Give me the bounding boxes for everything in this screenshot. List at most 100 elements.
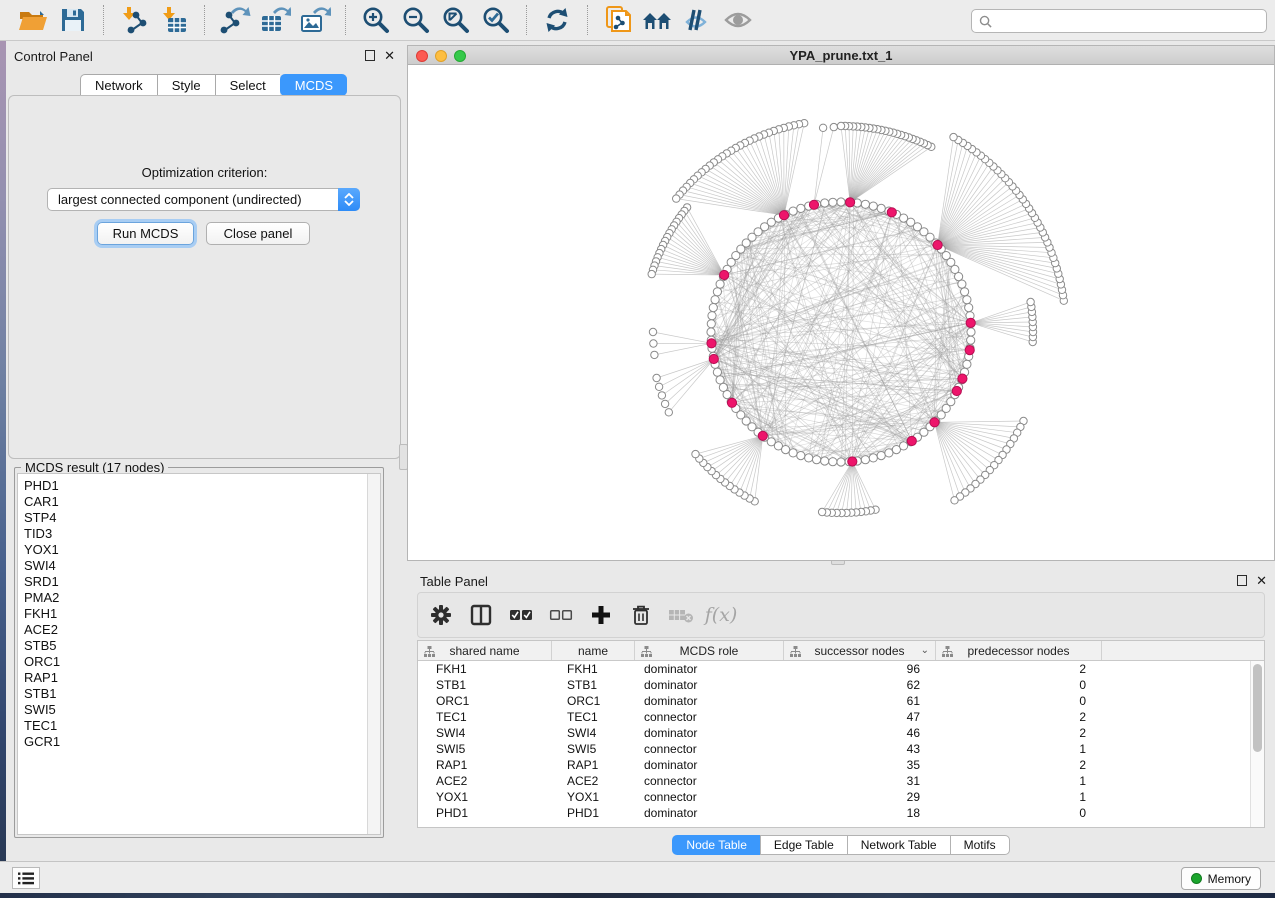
cell-name[interactable]: RAP1: [552, 757, 635, 773]
cell-mcds_role[interactable]: dominator: [635, 693, 784, 709]
window-minimize-icon[interactable]: [435, 50, 447, 62]
tab-network[interactable]: Network: [80, 74, 157, 96]
import-table-icon[interactable]: [154, 3, 194, 37]
table-row-STB1[interactable]: STB1STB1dominator620: [418, 677, 1250, 693]
float-panel-icon[interactable]: [365, 50, 375, 61]
cell-successor_nodes[interactable]: 18: [784, 805, 936, 821]
float-panel-icon[interactable]: [1237, 575, 1247, 586]
cell-mcds_role[interactable]: connector: [635, 741, 784, 757]
table-row-PHD1[interactable]: PHD1PHD1dominator180: [418, 805, 1250, 821]
table-row-RAP1[interactable]: RAP1RAP1dominator352: [418, 757, 1250, 773]
table-scrollbar[interactable]: [1250, 661, 1264, 827]
search-input[interactable]: [997, 14, 1259, 28]
cell-mcds_role[interactable]: connector: [635, 709, 784, 725]
deselect-all-icon[interactable]: [548, 602, 574, 628]
show-column-icon[interactable]: [468, 602, 494, 628]
cell-name[interactable]: YOX1: [552, 789, 635, 805]
tab-motifs[interactable]: Motifs: [950, 835, 1010, 855]
cell-name[interactable]: ACE2: [552, 773, 635, 789]
cell-name[interactable]: FKH1: [552, 661, 635, 677]
column-header-name[interactable]: name: [552, 641, 635, 660]
cell-shared_name[interactable]: SWI4: [418, 725, 552, 741]
cell-predecessor_nodes[interactable]: 0: [936, 677, 1102, 693]
column-header-predecessor-nodes[interactable]: predecessor nodes: [936, 641, 1102, 660]
cell-shared_name[interactable]: FKH1: [418, 661, 552, 677]
open-session-icon[interactable]: [13, 3, 53, 37]
cell-mcds_role[interactable]: dominator: [635, 661, 784, 677]
new-network-from-selection-icon[interactable]: [598, 3, 638, 37]
cell-shared_name[interactable]: RAP1: [418, 757, 552, 773]
apply-layout-icon[interactable]: [537, 3, 577, 37]
cell-shared_name[interactable]: STB1: [418, 677, 552, 693]
cell-shared_name[interactable]: PHD1: [418, 805, 552, 821]
hide-selected-icon[interactable]: [678, 3, 718, 37]
table-row-YOX1[interactable]: YOX1YOX1connector291: [418, 789, 1250, 805]
cell-mcds_role[interactable]: dominator: [635, 677, 784, 693]
table-row-SWI5[interactable]: SWI5SWI5connector431: [418, 741, 1250, 757]
zoom-selected-icon[interactable]: [476, 3, 516, 37]
mcds-result-item[interactable]: RAP1: [24, 670, 367, 686]
import-network-icon[interactable]: [114, 3, 154, 37]
cell-mcds_role[interactable]: dominator: [635, 725, 784, 741]
cell-predecessor_nodes[interactable]: 0: [936, 805, 1102, 821]
cell-successor_nodes[interactable]: 96: [784, 661, 936, 677]
cell-successor_nodes[interactable]: 35: [784, 757, 936, 773]
zoom-in-icon[interactable]: [356, 3, 396, 37]
cell-predecessor_nodes[interactable]: 2: [936, 661, 1102, 677]
export-network-icon[interactable]: [215, 3, 255, 37]
mcds-result-item[interactable]: STB5: [24, 638, 367, 654]
network-canvas[interactable]: [408, 65, 1274, 560]
cell-shared_name[interactable]: ACE2: [418, 773, 552, 789]
table-row-ACE2[interactable]: ACE2ACE2connector311: [418, 773, 1250, 789]
search-box[interactable]: [971, 9, 1267, 33]
mcds-result-item[interactable]: SWI4: [24, 558, 367, 574]
tab-mcds[interactable]: MCDS: [280, 74, 347, 96]
mcds-result-item[interactable]: YOX1: [24, 542, 367, 558]
function-builder-icon[interactable]: f(x): [708, 602, 734, 628]
cell-name[interactable]: SWI4: [552, 725, 635, 741]
select-all-icon[interactable]: [508, 602, 534, 628]
mcds-result-item[interactable]: GCR1: [24, 734, 367, 750]
first-neighbors-icon[interactable]: [638, 3, 678, 37]
mcds-result-item[interactable]: FKH1: [24, 606, 367, 622]
tab-network-table[interactable]: Network Table: [847, 835, 950, 855]
mcds-list-scrollbar[interactable]: [367, 474, 380, 834]
tab-node-table[interactable]: Node Table: [672, 835, 760, 855]
cell-successor_nodes[interactable]: 47: [784, 709, 936, 725]
cell-name[interactable]: SWI5: [552, 741, 635, 757]
run-mcds-button[interactable]: Run MCDS: [97, 222, 194, 245]
mcds-result-item[interactable]: ORC1: [24, 654, 367, 670]
table-row-TEC1[interactable]: TEC1TEC1connector472: [418, 709, 1250, 725]
export-table-icon[interactable]: [255, 3, 295, 37]
mcds-result-item[interactable]: SWI5: [24, 702, 367, 718]
close-panel-icon[interactable]: ✕: [384, 50, 395, 61]
cell-successor_nodes[interactable]: 43: [784, 741, 936, 757]
table-scrollbar-thumb[interactable]: [1253, 664, 1262, 752]
cell-name[interactable]: STB1: [552, 677, 635, 693]
show-all-icon[interactable]: [718, 3, 758, 37]
cell-name[interactable]: TEC1: [552, 709, 635, 725]
mcds-result-item[interactable]: TID3: [24, 526, 367, 542]
export-image-icon[interactable]: [295, 3, 335, 37]
cell-successor_nodes[interactable]: 62: [784, 677, 936, 693]
mcds-result-item[interactable]: STB1: [24, 686, 367, 702]
save-session-icon[interactable]: [53, 3, 93, 37]
column-header-MCDS-role[interactable]: MCDS role: [635, 641, 784, 660]
cell-shared_name[interactable]: TEC1: [418, 709, 552, 725]
task-history-button[interactable]: [12, 867, 40, 889]
window-maximize-icon[interactable]: [454, 50, 466, 62]
cell-successor_nodes[interactable]: 31: [784, 773, 936, 789]
optimization-criterion-select[interactable]: largest connected component (undirected): [47, 188, 360, 211]
cell-successor_nodes[interactable]: 46: [784, 725, 936, 741]
table-row-FKH1[interactable]: FKH1FKH1dominator962: [418, 661, 1250, 677]
cell-successor_nodes[interactable]: 61: [784, 693, 936, 709]
mcds-result-item[interactable]: CAR1: [24, 494, 367, 510]
table-row-SWI4[interactable]: SWI4SWI4dominator462: [418, 725, 1250, 741]
cell-predecessor_nodes[interactable]: 1: [936, 741, 1102, 757]
close-panel-button[interactable]: Close panel: [206, 222, 310, 245]
cell-predecessor_nodes[interactable]: 2: [936, 757, 1102, 773]
tab-style[interactable]: Style: [157, 74, 215, 96]
network-titlebar[interactable]: YPA_prune.txt_1: [408, 46, 1274, 65]
cell-predecessor_nodes[interactable]: 2: [936, 709, 1102, 725]
cell-successor_nodes[interactable]: 29: [784, 789, 936, 805]
